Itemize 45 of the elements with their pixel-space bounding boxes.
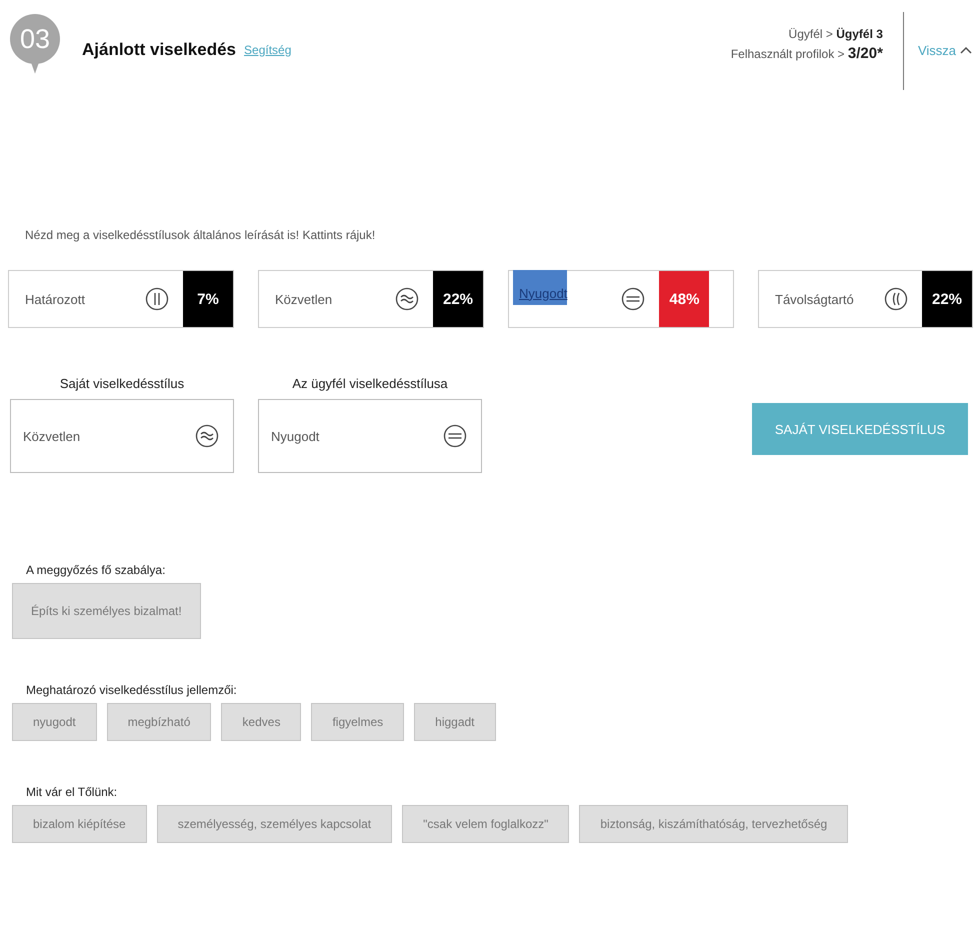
tag-chip: személyesség, személyes kapcsolat <box>156 805 392 843</box>
wave-icon <box>395 287 419 311</box>
profiles-count: 3/20* <box>848 44 883 62</box>
own-style-button[interactable]: SAJÁT VISELKEDÉSSTÍLUS <box>752 403 968 455</box>
section-label: A meggyőzés fő szabálya: <box>26 563 166 577</box>
tag-chip: megbízható <box>106 703 212 741</box>
client-name: Ügyfél 3 <box>836 27 883 41</box>
style-card[interactable]: Távolságtartó 22% <box>758 270 973 328</box>
caret-up-icon <box>960 46 972 54</box>
field-label: Az ügyfél viselkedésstílusa <box>292 376 448 391</box>
style-name: Távolságtartó <box>775 292 855 306</box>
percent-badge: 22% <box>922 271 972 327</box>
style-name: Határozott <box>25 292 86 306</box>
pin-tail-icon <box>31 62 39 74</box>
intro-text: Nézd meg a viselkedésstílusok általános leírását is! Kattints rájuk! <box>25 228 376 242</box>
curved-lines-icon <box>884 287 908 311</box>
tag-chip: biztonság, kiszámíthatóság, tervezhetőség <box>579 805 848 843</box>
section-label: Mit vár el Tőlünk: <box>26 785 118 799</box>
page-title: Ajánlott viselkedés <box>82 40 236 60</box>
step-badge: 03 <box>10 14 60 64</box>
tag-chip: kedves <box>221 703 302 741</box>
profiles-label: Felhasznált profilok > <box>730 46 845 61</box>
tag-chip: figyelmes <box>311 703 404 741</box>
tag-chip: "csak velem foglalkozz" <box>402 805 570 843</box>
equals-icon <box>443 424 467 448</box>
wave-icon <box>195 424 219 448</box>
style-card[interactable]: Határozott 7% <box>8 270 234 328</box>
percent-badge: 48% <box>659 271 710 327</box>
style-field: Közvetlen <box>10 399 234 473</box>
parallel-lines-icon <box>145 287 169 311</box>
tag-chip: bizalom kiépítése <box>12 805 147 843</box>
tag-chip: Építs ki személyes bizalmat! <box>12 583 201 639</box>
percent-badge: 7% <box>183 271 233 327</box>
equals-icon <box>621 287 646 311</box>
back-link[interactable]: Vissza <box>918 42 972 58</box>
style-card[interactable]: Közvetlen 22% <box>258 270 484 328</box>
breadcrumb-label: Ügyfél > <box>788 27 833 41</box>
tag-chip: nyugodt <box>12 703 97 741</box>
percent-badge: 22% <box>433 271 483 327</box>
style-name: Közvetlen <box>275 292 334 306</box>
tag-chip: higgadt <box>414 703 496 741</box>
style-field: Nyugodt <box>258 399 482 473</box>
field-label: Saját viselkedésstílus <box>60 376 184 391</box>
help-link[interactable]: Segítség <box>244 43 292 57</box>
section-label: Meghatározó viselkedésstílus jellemzői: <box>26 683 238 697</box>
